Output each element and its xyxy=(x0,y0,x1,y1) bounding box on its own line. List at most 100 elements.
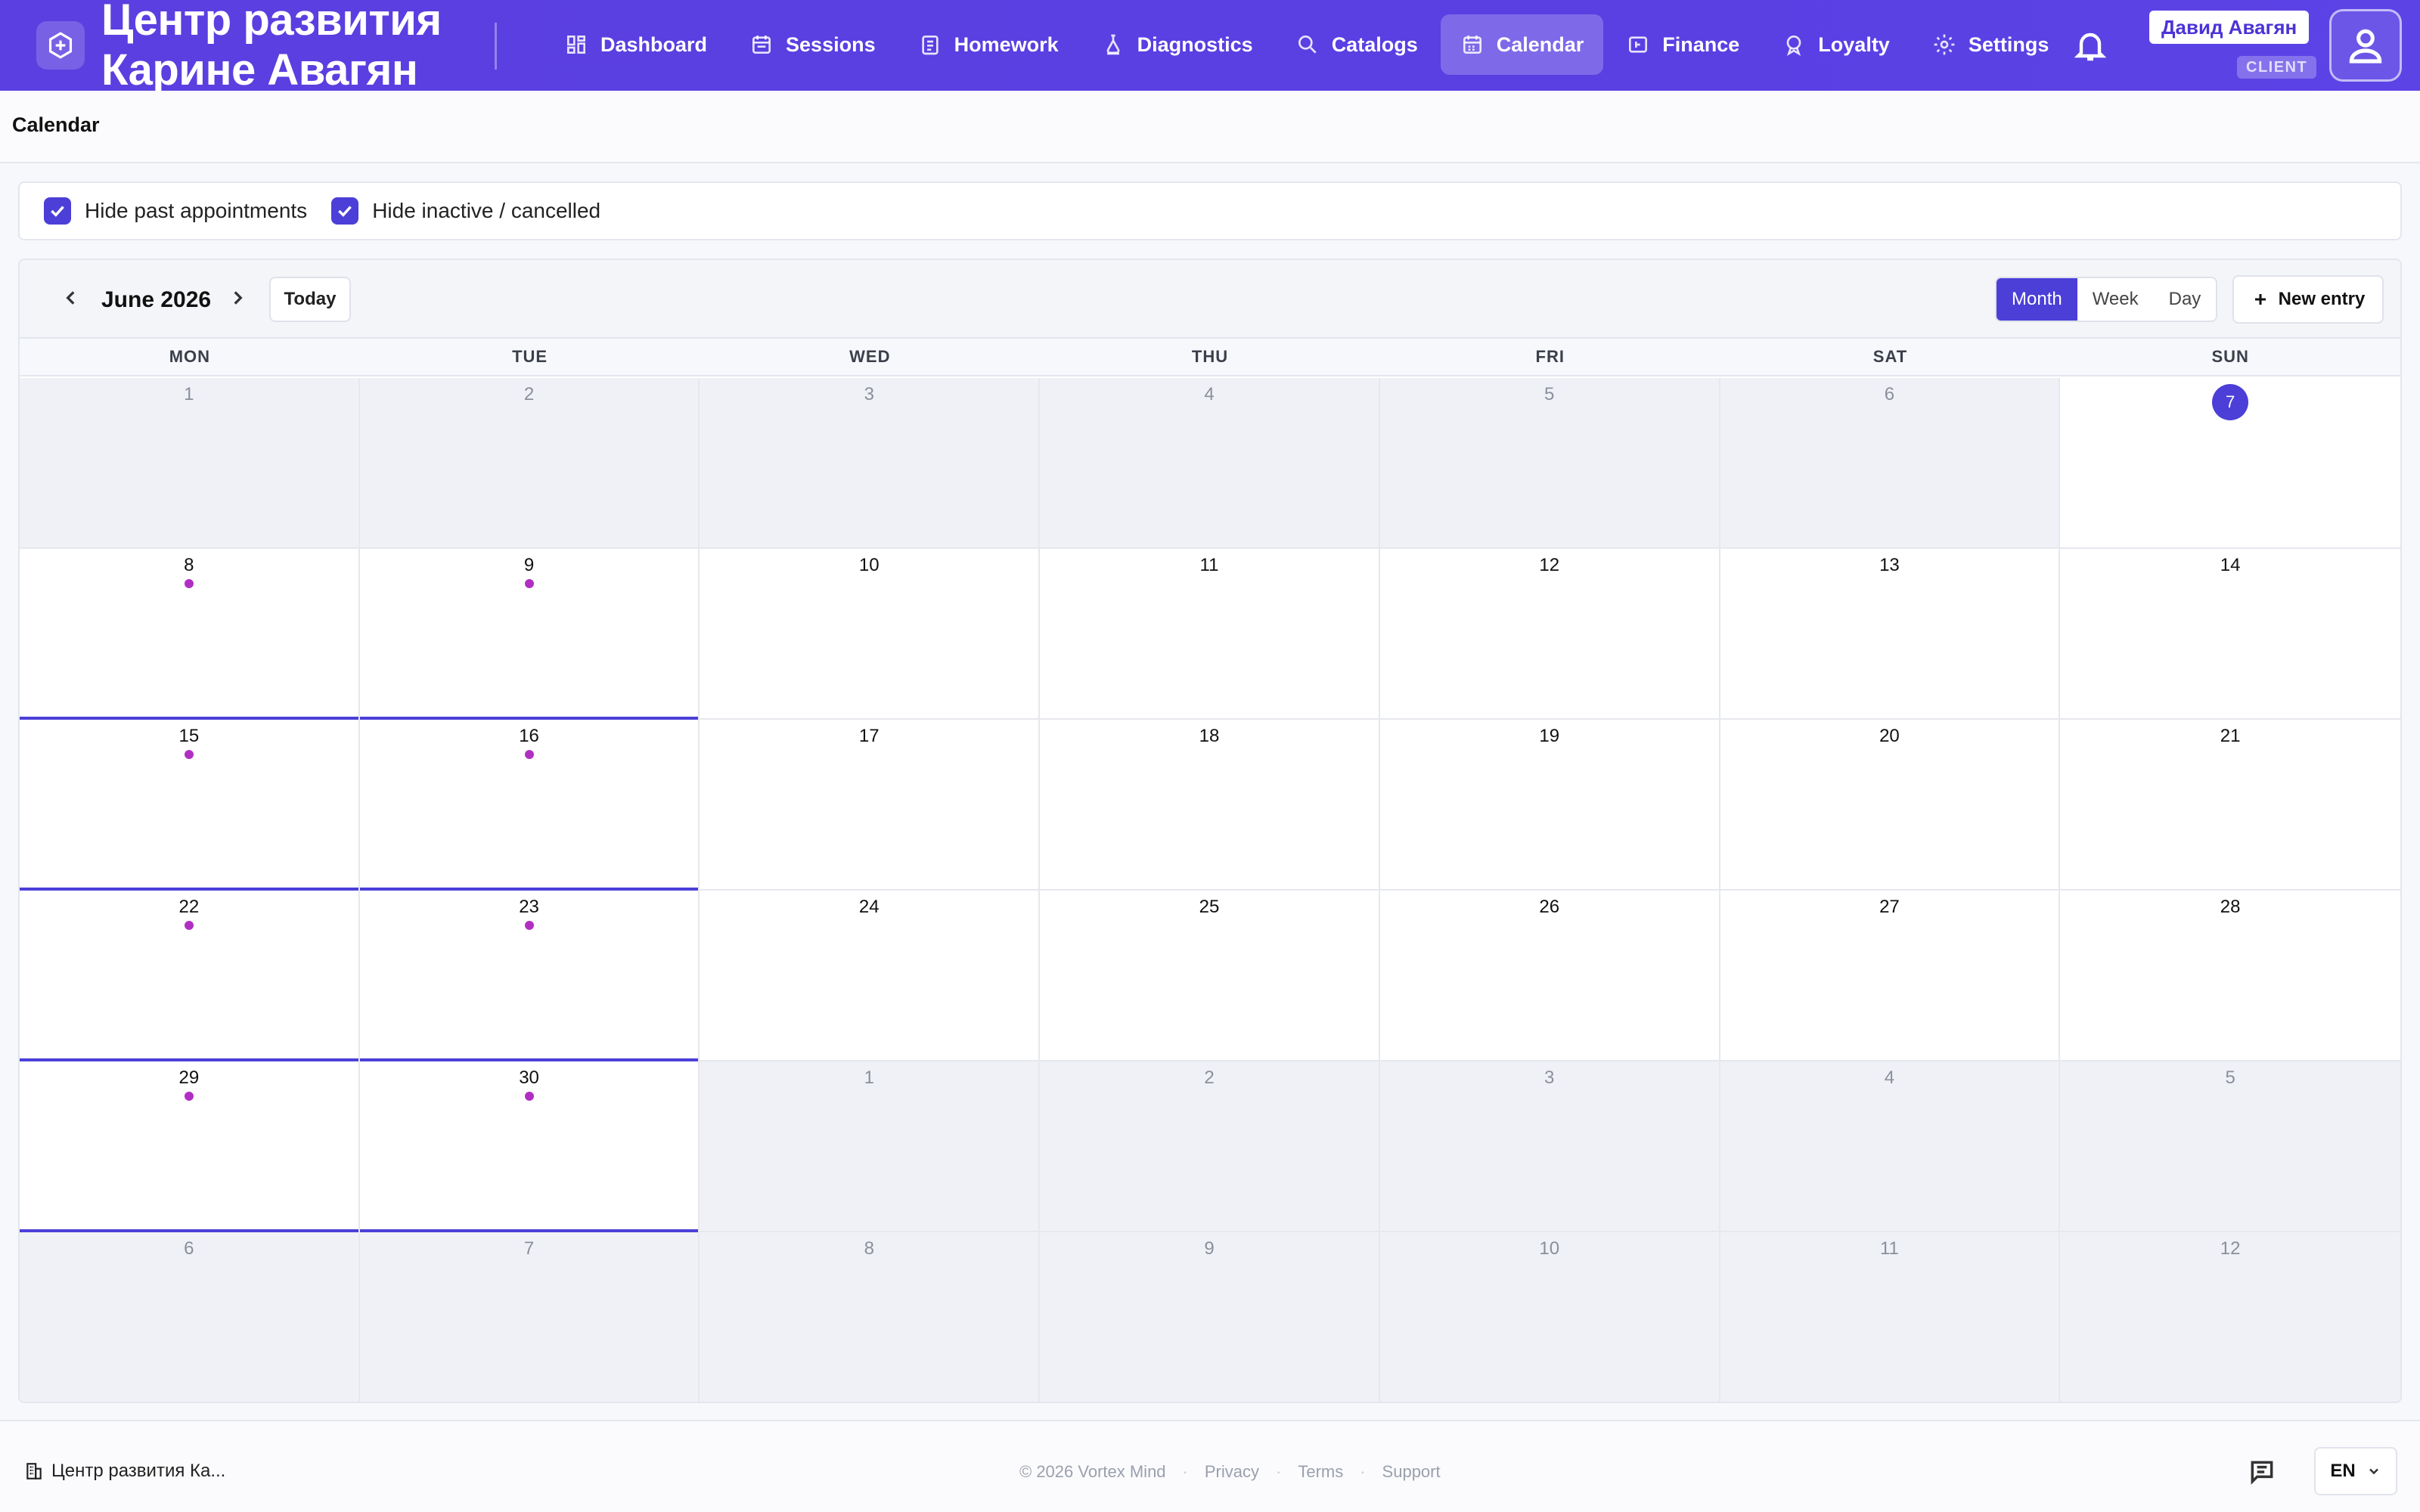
hide-past-checkbox[interactable]: Hide past appointments xyxy=(44,197,307,225)
nav-item-dashboard[interactable]: Dashboard xyxy=(544,14,727,75)
language-select[interactable]: EN xyxy=(2314,1447,2397,1495)
day-cell[interactable]: 10 xyxy=(700,549,1041,720)
day-cell[interactable]: 2 xyxy=(1040,1061,1380,1232)
chat-icon[interactable] xyxy=(2248,1458,2276,1486)
nav-item-finance[interactable]: Finance xyxy=(1606,14,1759,75)
day-cell[interactable]: 25 xyxy=(1040,891,1380,1061)
separator: · xyxy=(1360,1462,1366,1481)
nav-item-sessions[interactable]: Sessions xyxy=(730,14,895,75)
view-day-button[interactable]: Day xyxy=(2154,278,2217,321)
copyright: © 2026 Vortex Mind xyxy=(1019,1462,1166,1481)
view-week-button[interactable]: Week xyxy=(2077,278,2154,321)
day-cell[interactable]: 13 xyxy=(1720,549,2061,720)
day-cell[interactable]: 5 xyxy=(1379,378,1720,549)
day-cell[interactable]: 7 xyxy=(359,1232,700,1402)
nav-item-homework[interactable]: Homework xyxy=(898,14,1078,75)
day-cell[interactable]: 7 xyxy=(2060,378,2400,549)
day-cell[interactable]: 17 xyxy=(700,720,1041,891)
day-cell[interactable]: 2 xyxy=(359,378,700,549)
footer-org-label: Центр развития Ка... xyxy=(51,1461,226,1481)
day-cell[interactable]: 3 xyxy=(1379,1061,1720,1232)
today-button[interactable]: Today xyxy=(269,277,351,322)
day-cell[interactable]: 5 xyxy=(2060,1061,2400,1232)
month-grid: 1 2 3 4 5 6 7 8 9 10 11 12 13 14 15 16 17 18 19 20 21 22 23 24 2… xyxy=(20,378,2400,1402)
day-cell[interactable]: 27 xyxy=(1720,891,2061,1061)
hide-inactive-checkbox[interactable]: Hide inactive / cancelled xyxy=(331,197,600,225)
plus-icon xyxy=(2254,294,2266,305)
new-entry-button[interactable]: New entry xyxy=(2232,275,2384,324)
previous-month-button[interactable] xyxy=(56,283,86,313)
next-month-button[interactable] xyxy=(222,283,253,313)
nav-item-loyalty[interactable]: Loyalty xyxy=(1762,14,1910,75)
day-cell[interactable]: 24 xyxy=(700,891,1041,1061)
day-cell[interactable]: 8 xyxy=(700,1232,1041,1402)
day-cell[interactable]: 23 xyxy=(359,891,700,1061)
day-cell[interactable]: 1 xyxy=(20,378,360,549)
day-cell[interactable]: 4 xyxy=(1720,1061,2061,1232)
day-cell[interactable]: 9 xyxy=(359,549,700,720)
day-number: 1 xyxy=(184,384,194,404)
day-number: 5 xyxy=(2225,1067,2235,1088)
nav-item-settings[interactable]: Settings xyxy=(1913,14,2069,75)
day-cell[interactable]: 6 xyxy=(1720,378,2061,549)
day-cell[interactable]: 12 xyxy=(2060,1232,2400,1402)
day-cell[interactable]: 26 xyxy=(1379,891,1720,1061)
day-cell[interactable]: 30 xyxy=(359,1061,700,1232)
footer-org[interactable]: Центр развития Ка... xyxy=(24,1461,225,1482)
day-number: 10 xyxy=(1539,1238,1560,1259)
wallet-icon xyxy=(1629,36,1648,53)
day-cell[interactable]: 6 xyxy=(20,1232,360,1402)
day-number: 21 xyxy=(2220,726,2241,746)
terms-link[interactable]: Terms xyxy=(1298,1462,1343,1482)
day-cell[interactable]: 19 xyxy=(1379,720,1720,891)
day-cell[interactable]: 29 xyxy=(20,1061,360,1232)
day-number: 22 xyxy=(178,897,200,917)
day-number: 8 xyxy=(184,555,194,575)
day-cell[interactable]: 4 xyxy=(1040,378,1380,549)
day-number: 28 xyxy=(2220,897,2241,917)
event-dot xyxy=(524,1092,534,1101)
diagnostics-icon xyxy=(1106,34,1119,55)
chevron-left-icon xyxy=(66,291,75,305)
event-dot xyxy=(184,579,194,588)
day-cell[interactable]: 18 xyxy=(1040,720,1380,891)
month-label: June 2026 xyxy=(101,287,212,312)
day-cell[interactable]: 8 xyxy=(20,549,360,720)
award-icon xyxy=(1786,35,1801,56)
nav-item-diagnostics[interactable]: Diagnostics xyxy=(1081,14,1273,75)
brand-divider xyxy=(495,23,497,70)
top-navigation-bar: Центр развития Карине Авагян Dashboard S… xyxy=(0,0,2420,94)
day-cell[interactable]: 3 xyxy=(700,378,1041,549)
day-cell[interactable]: 11 xyxy=(1720,1232,2061,1402)
search-icon xyxy=(1298,35,1317,54)
user-avatar-button[interactable] xyxy=(2329,9,2402,82)
support-link[interactable]: Support xyxy=(1382,1462,1441,1482)
day-cell[interactable]: 22 xyxy=(20,891,360,1061)
day-cell[interactable]: 1 xyxy=(700,1061,1041,1232)
view-month-button[interactable]: Month xyxy=(1996,278,2077,321)
privacy-link[interactable]: Privacy xyxy=(1205,1462,1259,1482)
day-cell[interactable]: 21 xyxy=(2060,720,2400,891)
day-cell[interactable]: 12 xyxy=(1379,549,1720,720)
notifications-bell-icon[interactable] xyxy=(2072,27,2108,64)
brand-logo-icon[interactable] xyxy=(36,21,85,70)
day-cell[interactable]: 16 xyxy=(359,720,700,891)
day-cell[interactable]: 9 xyxy=(1040,1232,1380,1402)
day-cell[interactable]: 20 xyxy=(1720,720,2061,891)
user-name-badge[interactable]: Давид Авагян xyxy=(2149,11,2310,44)
day-number: 14 xyxy=(2220,555,2241,575)
hide-past-label: Hide past appointments xyxy=(85,199,308,222)
sessions-icon xyxy=(752,36,771,54)
day-cell[interactable]: 10 xyxy=(1379,1232,1720,1402)
separator: · xyxy=(1182,1462,1188,1481)
weekday-header: MON TUE WED THU FRI SAT SUN xyxy=(20,339,2400,376)
nav-item-catalogs[interactable]: Catalogs xyxy=(1276,14,1438,75)
day-cell[interactable]: 15 xyxy=(20,720,360,891)
day-cell[interactable]: 11 xyxy=(1040,549,1380,720)
nav-item-calendar[interactable]: Calendar xyxy=(1440,14,1604,75)
day-cell[interactable]: 14 xyxy=(2060,549,2400,720)
nav-item-label: Settings xyxy=(1968,33,2049,56)
event-dot xyxy=(524,579,534,588)
chevron-down-icon xyxy=(2369,1468,2378,1475)
day-cell[interactable]: 28 xyxy=(2060,891,2400,1061)
